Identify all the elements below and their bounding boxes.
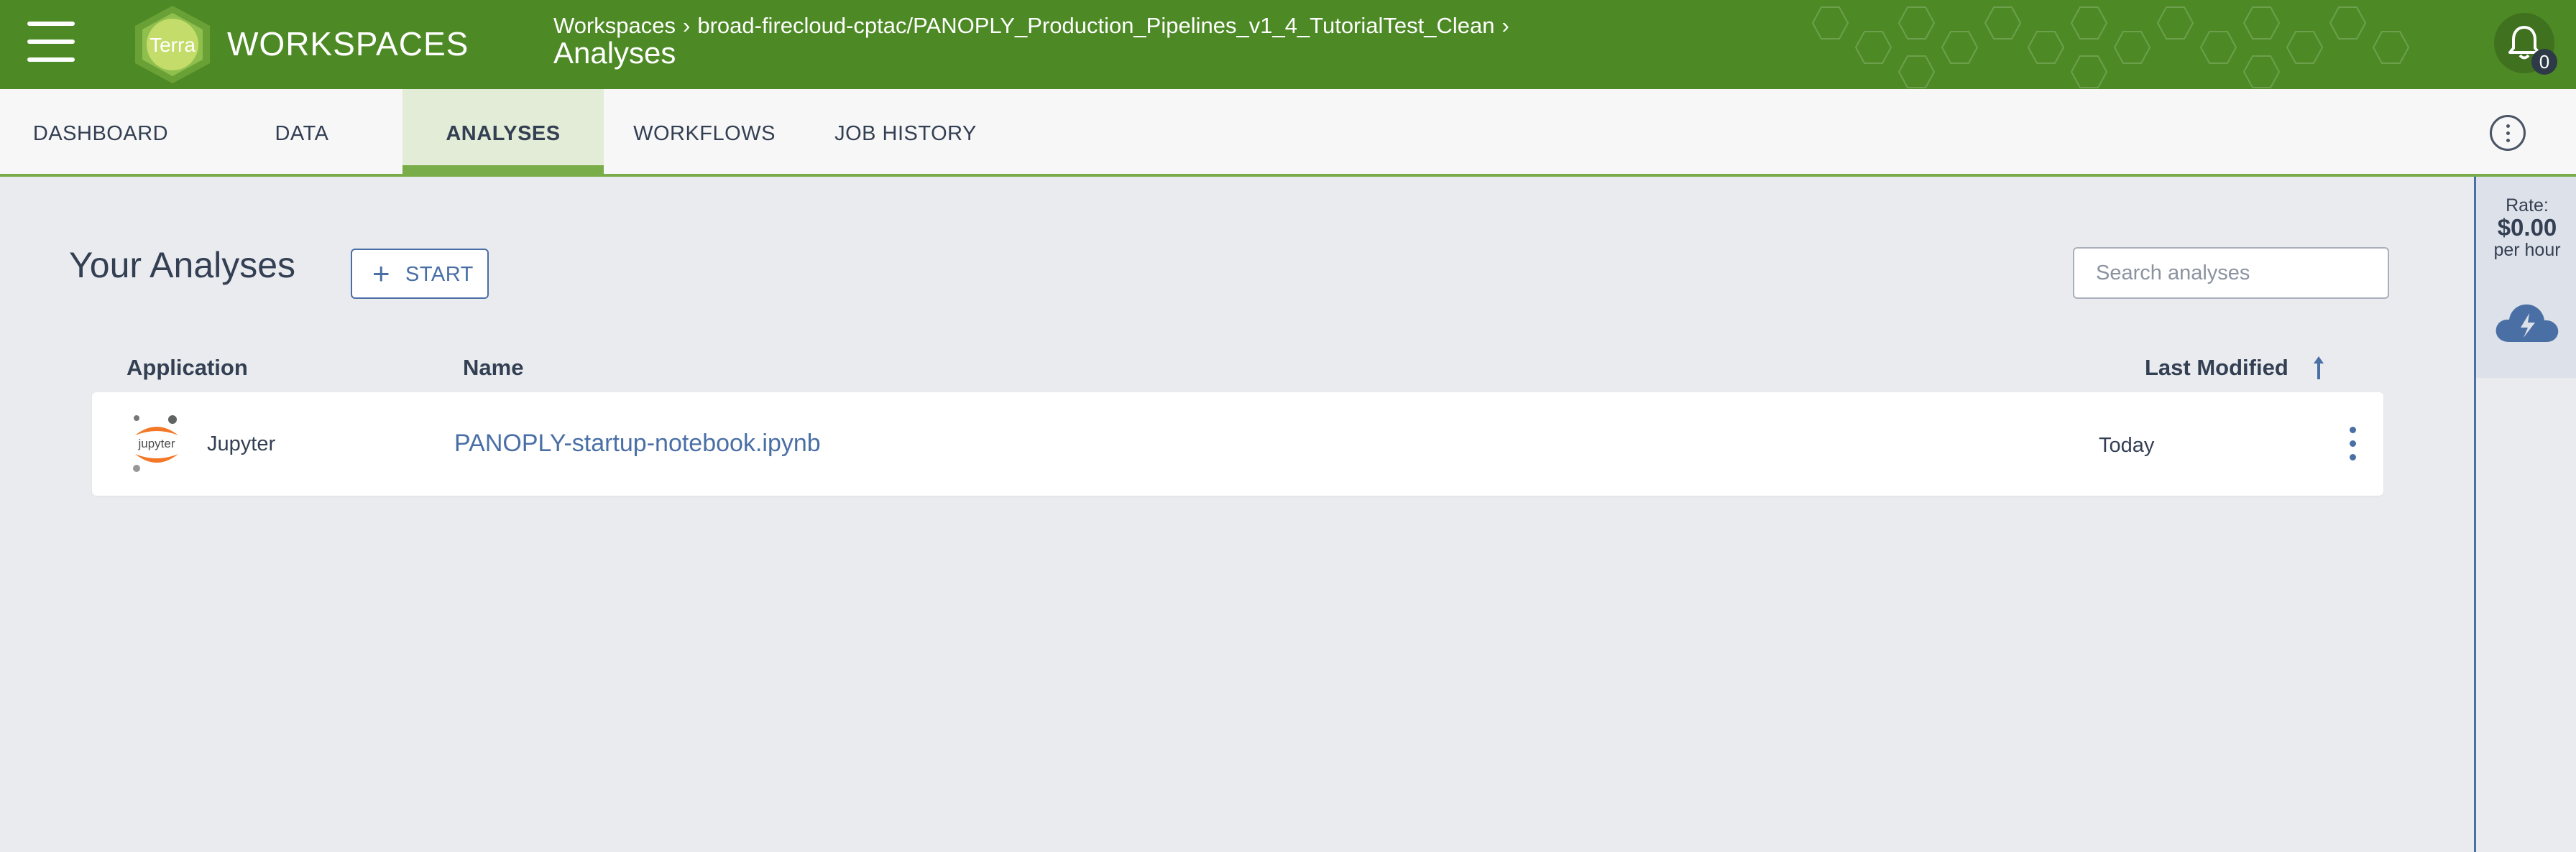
page-title: Analyses (553, 36, 676, 70)
cloud-environment-icon[interactable] (2493, 299, 2561, 345)
workspace-menu-button[interactable] (2490, 115, 2526, 151)
notifications-button[interactable]: 0 (2494, 13, 2557, 75)
rate-display: Rate: $0.00 per hour (2476, 177, 2576, 378)
cloud-environment-panel: Rate: $0.00 per hour (2474, 177, 2576, 852)
rate-label: Rate: (2506, 195, 2549, 216)
rate-value: $0.00 (2497, 214, 2557, 241)
tab-dashboard[interactable]: DASHBOARD (0, 89, 201, 174)
table-row[interactable]: jupyter Jupyter PANOPLY-startup-notebook… (92, 392, 2383, 496)
jupyter-icon-text: jupyter (137, 437, 175, 450)
menu-hamburger-button[interactable] (27, 22, 75, 65)
row-actions-menu-button[interactable] (2342, 425, 2363, 463)
tab-data[interactable]: DATA (201, 89, 402, 174)
workspace-tab-bar: DASHBOARD DATA ANALYSES WORKFLOWS JOB HI… (0, 89, 2576, 177)
dot-icon (2350, 427, 2356, 433)
dot-icon (2350, 454, 2356, 460)
breadcrumb-separator: › (1501, 13, 1509, 38)
breadcrumb-workspace-link[interactable]: broad-firecloud-cptac/PANOPLY_Production… (697, 13, 1494, 38)
app-title[interactable]: WORKSPACES (227, 24, 469, 63)
hexagon-pattern-decoration (1811, 6, 2410, 88)
dot-icon (2350, 440, 2356, 447)
sort-ascending-arrow-icon[interactable] (2312, 353, 2326, 382)
top-header: Terra WORKSPACES Workspaces › broad-firecl… (0, 0, 2576, 89)
tab-analyses[interactable]: ANALYSES (402, 89, 604, 177)
application-name: Jupyter (207, 432, 276, 455)
last-modified-value: Today (2099, 434, 2155, 457)
notification-count-badge: 0 (2531, 49, 2557, 75)
jupyter-icon: jupyter (133, 415, 178, 472)
rate-unit: per hour (2493, 240, 2561, 260)
tab-workflows[interactable]: WORKFLOWS (604, 89, 805, 174)
column-header-application[interactable]: Application (126, 355, 248, 381)
dot-icon (2506, 139, 2510, 142)
hamburger-bar (27, 40, 75, 44)
column-header-last-modified[interactable]: Last Modified (2145, 355, 2288, 381)
plus-icon: + (372, 256, 390, 290)
hamburger-bar (27, 22, 75, 26)
breadcrumb-workspaces-link[interactable]: Workspaces (553, 13, 676, 38)
column-header-name[interactable]: Name (463, 355, 523, 381)
dot-icon (2506, 124, 2510, 128)
breadcrumb: Workspaces › broad-firecloud-cptac/PANOPLY… (553, 13, 1517, 39)
tab-job-history[interactable]: JOB HISTORY (805, 89, 1006, 174)
start-analysis-button[interactable]: + START (351, 249, 489, 299)
start-button-label: START (405, 263, 474, 286)
your-analyses-heading: Your Analyses (69, 245, 296, 285)
notebook-file-link[interactable]: PANOPLY-startup-notebook.ipynb (454, 430, 821, 458)
hamburger-bar (27, 57, 75, 62)
search-analyses-input[interactable] (2073, 247, 2389, 299)
terra-logo[interactable]: Terra (128, 4, 217, 85)
dot-icon (2506, 131, 2510, 135)
logo-text: Terra (150, 34, 196, 56)
breadcrumb-separator: › (683, 13, 691, 38)
